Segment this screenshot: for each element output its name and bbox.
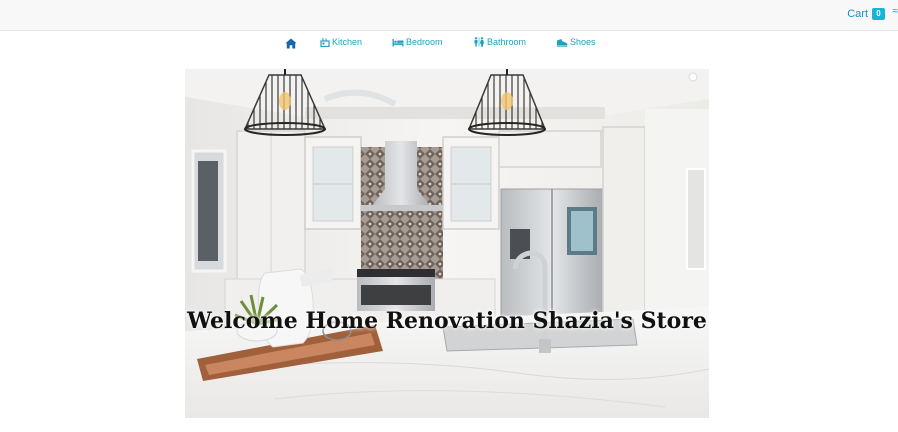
kitchen-interior-photo [185,69,709,418]
cart-link[interactable]: Cart 0 [847,8,885,20]
nav-bathroom-label: Bathroom [487,37,527,47]
nav-kitchen-link[interactable]: Kitchen [320,37,362,47]
hero-banner: Welcome Home Renovation Shazia's Store [185,69,709,418]
home-icon [285,38,297,49]
restroom-icon [474,37,485,47]
nav-shoes-link[interactable]: Shoes [556,37,596,47]
category-nav: Kitchen Bedroom Bathroom Shoes [0,37,898,53]
bed-icon [392,38,404,46]
cart-count-badge: 0 [872,8,885,20]
nav-kitchen-label: Kitchen [332,37,363,47]
top-bar: Cart 0 ≈ [0,0,898,31]
cart-label: Cart [847,8,868,20]
nav-home-link[interactable] [285,38,299,49]
edge-mark: ≈ [892,6,898,17]
nav-bathroom-link[interactable]: Bathroom [473,37,526,47]
kitchen-icon [320,38,330,47]
shoe-icon [557,38,568,47]
nav-bedroom-label: Bedroom [406,37,443,47]
nav-shoes-label: Shoes [570,37,596,47]
nav-bedroom-link[interactable]: Bedroom [392,37,443,47]
hero-title: Welcome Home Renovation Shazia's Store [187,308,707,334]
